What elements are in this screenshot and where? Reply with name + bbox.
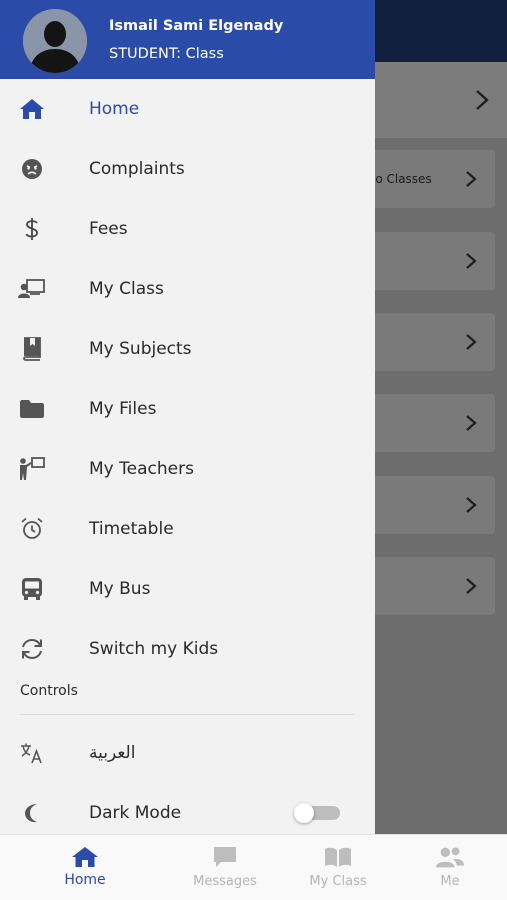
- background-list-row[interactable]: [360, 557, 495, 615]
- tab-home[interactable]: Home: [35, 835, 135, 900]
- background-list-row[interactable]: [360, 232, 495, 290]
- menu-item-my-files[interactable]: My Files: [0, 379, 375, 439]
- home-icon: [70, 844, 100, 870]
- chevron-right-icon: [465, 170, 477, 188]
- menu-item-label: Timetable: [89, 519, 174, 539]
- teacher-icon: [18, 455, 46, 483]
- menu-item-label: My Subjects: [89, 339, 192, 359]
- moon-icon: [18, 799, 46, 827]
- menu-item-label: Switch my Kids: [89, 639, 219, 659]
- dollar-icon: [18, 215, 46, 243]
- menu-item-label: Fees: [89, 219, 128, 239]
- menu-item-my-teachers[interactable]: My Teachers: [0, 439, 375, 499]
- menu-item-timetable[interactable]: Timetable: [0, 499, 375, 559]
- menu-item-my-subjects[interactable]: My Subjects: [0, 319, 375, 379]
- menu-item-label: My Bus: [89, 579, 151, 599]
- menu-item-label: My Files: [89, 399, 157, 419]
- classroom-icon: [18, 275, 46, 303]
- background-list-row[interactable]: [360, 313, 495, 371]
- book-icon: [18, 335, 46, 363]
- chevron-right-icon: [465, 496, 477, 514]
- user-name: Ismail Sami Elgenady: [109, 18, 284, 34]
- tab-label: Me: [440, 874, 460, 889]
- avatar[interactable]: [23, 9, 87, 73]
- tab-messages[interactable]: Messages: [175, 835, 275, 900]
- folder-icon: [18, 395, 46, 423]
- menu-item-my-bus[interactable]: My Bus: [0, 559, 375, 619]
- chevron-right-icon: [465, 414, 477, 432]
- controls-heading: Controls: [20, 683, 78, 699]
- users-icon: [435, 844, 465, 870]
- sync-icon: [18, 635, 46, 663]
- tab-my-class[interactable]: My Class: [288, 835, 388, 900]
- menu-item-switch-my-kids[interactable]: Switch my Kids: [0, 619, 375, 679]
- tab-me[interactable]: Me: [400, 835, 500, 900]
- user-role: STUDENT: Class: [109, 46, 224, 62]
- chevron-right-icon: [465, 333, 477, 351]
- menu-item-language[interactable]: العربية: [0, 723, 375, 783]
- home-icon: [18, 95, 46, 123]
- chevron-right-icon: [465, 252, 477, 270]
- menu-item-my-class[interactable]: My Class: [0, 259, 375, 319]
- person-silhouette-icon: [23, 9, 87, 73]
- menu-item-complaints[interactable]: Complaints: [0, 139, 375, 199]
- tab-label: My Class: [309, 874, 367, 889]
- chevron-right-icon: [475, 89, 489, 111]
- menu-item-home[interactable]: Home: [0, 79, 375, 139]
- menu-item-fees[interactable]: Fees: [0, 199, 375, 259]
- navigation-drawer: Ismail Sami Elgenady STUDENT: Class Home…: [0, 0, 375, 834]
- drawer-header: Ismail Sami Elgenady STUDENT: Class: [0, 0, 375, 79]
- divider: [20, 714, 355, 715]
- background-list-row[interactable]: [360, 394, 495, 452]
- tab-label: Messages: [193, 874, 257, 889]
- chat-icon: [210, 844, 240, 870]
- menu-item-label: العربية: [89, 743, 136, 763]
- angry-face-icon: [18, 155, 46, 183]
- bottom-tab-bar: Home Messages My Class Me: [0, 834, 507, 900]
- background-row-text: lo Classes: [372, 172, 432, 186]
- menu-item-label: My Class: [89, 279, 164, 299]
- menu-item-label: Complaints: [89, 159, 185, 179]
- toggle-knob: [294, 803, 314, 823]
- menu-item-label: Dark Mode: [89, 803, 182, 823]
- menu-item-label: My Teachers: [89, 459, 194, 479]
- alarm-clock-icon: [18, 515, 46, 543]
- open-book-icon: [323, 844, 353, 870]
- translate-icon: [18, 739, 46, 767]
- background-list-row[interactable]: [360, 476, 495, 534]
- chevron-right-icon: [465, 577, 477, 595]
- dark-mode-toggle[interactable]: [294, 803, 340, 823]
- tab-label: Home: [64, 872, 106, 888]
- background-list-row[interactable]: lo Classes: [360, 150, 495, 208]
- menu-item-label: Home: [89, 99, 140, 119]
- bus-icon: [18, 575, 46, 603]
